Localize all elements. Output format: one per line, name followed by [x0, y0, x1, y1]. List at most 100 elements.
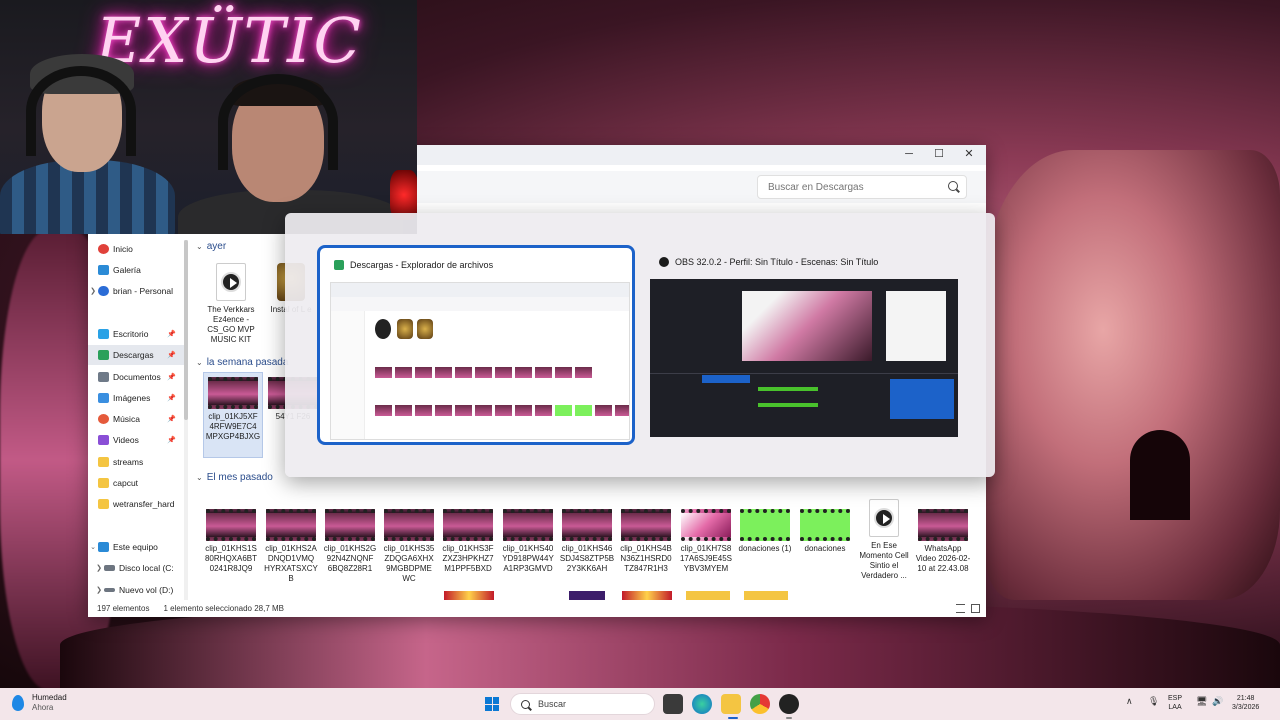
- switcher-card-title: Descargas - Explorador de archivos: [334, 260, 493, 270]
- file-name: clip_01KH7S8 17A6SJ9E45S YBV3MYEM: [679, 544, 733, 573]
- obs-icon[interactable]: [779, 694, 799, 714]
- chevron-down-icon[interactable]: ⌄: [196, 473, 203, 482]
- close-icon[interactable]: ✕: [961, 147, 977, 161]
- nav-label: Documentos: [113, 372, 161, 382]
- file-item[interactable]: clip_01KHS4B N36Z1HSRD0 TZ847R1H3: [617, 505, 675, 574]
- desktop-icon: [98, 329, 109, 339]
- nav-item-este-equipo[interactable]: ⌄ Este equipo: [88, 537, 184, 557]
- headphones-icon: [26, 66, 136, 156]
- video-thumbnail: [800, 509, 850, 541]
- video-thumbnail: [740, 509, 790, 541]
- nav-item-disco-d[interactable]: ❯ Nuevo vol (D:): [88, 580, 184, 600]
- group-header-mes[interactable]: ⌄ El mes pasado: [196, 472, 273, 483]
- chevron-down-icon[interactable]: ⌄: [196, 242, 203, 251]
- music-icon: [98, 414, 109, 424]
- nav-item-escritorio[interactable]: Escritorio 📌: [88, 324, 184, 344]
- keyboard-layout: LAA: [1168, 704, 1182, 711]
- video-thumbnail: [562, 509, 612, 541]
- file-item[interactable]: donaciones (1): [736, 505, 794, 554]
- language-indicator[interactable]: ESP LAA: [1168, 694, 1182, 712]
- nav-scrollbar[interactable]: [184, 240, 188, 600]
- file-item[interactable]: clip_01KHS3F ZXZ3HPKHZ7 M1PPF5BXD: [439, 505, 497, 574]
- maximize-icon[interactable]: ☐: [931, 147, 947, 161]
- obs-preview: [650, 279, 958, 437]
- edge-icon[interactable]: [692, 694, 712, 714]
- microphone-icon[interactable]: 🎙: [1148, 696, 1159, 707]
- group-label: ayer: [206, 241, 227, 252]
- nav-item-capcut[interactable]: capcut: [88, 473, 184, 493]
- file-name: clip_01KJ5XF 4RFW9E7C4 MPXGP4BJXG: [205, 412, 261, 441]
- nav-item-videos[interactable]: Videos 📌: [88, 430, 184, 450]
- nav-item-imagenes[interactable]: Imágenes 📌: [88, 388, 184, 408]
- chevron-down-icon[interactable]: ⌄: [88, 543, 98, 551]
- file-name: clip_01KHS3F ZXZ3HPKHZ7 M1PPF5BXD: [442, 544, 494, 573]
- video-thumbnail: [918, 509, 968, 541]
- volume-icon[interactable]: 🔊: [1212, 696, 1223, 707]
- group-header-semana[interactable]: ⌄ la semana pasada: [196, 357, 288, 368]
- nav-item-musica[interactable]: Música 📌: [88, 409, 184, 429]
- nav-label: Descargas: [113, 350, 154, 360]
- file-name: clip_01KHS4B N36Z1HSRD0 TZ847R1H3: [620, 544, 672, 573]
- chevron-right-icon[interactable]: ❯: [94, 564, 104, 572]
- nav-item-disco-c[interactable]: ❯ Disco local (C:: [88, 558, 184, 578]
- nav-label: wetransfer_hard: [113, 499, 175, 509]
- file-name: The Verkkars Ez4ence - CS_GO MVP MUSIC K…: [207, 305, 255, 344]
- video-thumbnail: [325, 509, 375, 541]
- task-switcher: Descargas - Explorador de archivos OBS 3…: [285, 213, 995, 477]
- file-item[interactable]: WhatsApp Video 2026-02-10 at 22.43.08: [914, 505, 972, 574]
- file-item[interactable]: clip_01KHS35 ZDQGA6XHX 9MGBDPME WC: [380, 505, 438, 584]
- video-thumbnail: [503, 509, 553, 541]
- file-item-selected[interactable]: clip_01KJ5XF 4RFW9E7C4 MPXGP4BJXG: [203, 372, 263, 458]
- file-explorer-icon[interactable]: [721, 694, 741, 714]
- windows-start-icon[interactable]: [485, 697, 499, 711]
- nav-item-documentos[interactable]: Documentos 📌: [88, 367, 184, 387]
- group-header-ayer[interactable]: ⌄ ayer: [196, 241, 226, 252]
- task-view-icon[interactable]: [663, 694, 683, 714]
- details-view-icon[interactable]: [956, 604, 965, 613]
- group-label: El mes pasado: [206, 472, 273, 483]
- file-item[interactable]: clip_01KHS40 YD918PW44Y A1RP3GMVD: [499, 505, 557, 574]
- chrome-icon[interactable]: [750, 694, 770, 714]
- video-thumbnail: [384, 509, 434, 541]
- nav-label: Inicio: [113, 244, 133, 254]
- network-icon[interactable]: 🖥: [1196, 696, 1207, 707]
- file-item[interactable]: clip_01KHS2A DNQD1VMQ HYRXATSXCY B: [262, 505, 320, 584]
- nav-item-galeria[interactable]: Galería: [88, 260, 184, 280]
- minimize-icon[interactable]: ─: [901, 147, 917, 161]
- explorer-titlebar[interactable]: ─ ☐ ✕: [417, 145, 986, 165]
- nav-item-inicio[interactable]: Inicio: [88, 239, 184, 259]
- taskbar-search[interactable]: Buscar: [510, 693, 655, 715]
- nav-label: capcut: [113, 478, 139, 488]
- chevron-right-icon[interactable]: ❯: [88, 287, 98, 295]
- search-icon[interactable]: [948, 181, 958, 191]
- nav-item-wetransfer[interactable]: wetransfer_hard: [88, 494, 184, 514]
- file-name: donaciones: [804, 544, 846, 553]
- taskbar-search-placeholder: Buscar: [538, 699, 567, 709]
- file-item[interactable]: The Verkkars Ez4ence - CS_GO MVP MUSIC K…: [202, 259, 260, 345]
- pictures-icon: [98, 393, 109, 403]
- nav-label: Disco local (C:: [119, 563, 174, 573]
- tiles-view-icon[interactable]: [971, 604, 980, 613]
- file-item[interactable]: clip_01KHS2G 92N4ZNQNF 6BQ8Z28R1: [321, 505, 379, 574]
- download-icon: [98, 350, 109, 360]
- nav-item-descargas[interactable]: Descargas 📌: [88, 345, 184, 365]
- chevron-right-icon[interactable]: ❯: [94, 586, 104, 594]
- file-item[interactable]: clip_01KHS46 SDJ4S8ZTP5B 2Y3KK6AH: [558, 505, 616, 574]
- file-item[interactable]: En Ese Momento Cell Sintio el Verdadero …: [855, 495, 913, 581]
- item-count: 197 elementos: [97, 604, 150, 613]
- file-item[interactable]: clip_01KHS1S 80RHQXA6BT 0241R8JQ9: [202, 505, 260, 574]
- chevron-down-icon[interactable]: ⌄: [196, 358, 203, 367]
- search-input[interactable]: [758, 176, 938, 198]
- search-box[interactable]: [757, 175, 967, 199]
- file-item[interactable]: clip_01KH7S8 17A6SJ9E45S YBV3MYEM: [677, 505, 735, 574]
- clock[interactable]: 21:48 3/3/2026: [1232, 694, 1259, 712]
- chevron-up-icon[interactable]: ∧: [1126, 696, 1133, 707]
- weather-widget[interactable]: Humedad Ahora: [12, 693, 67, 713]
- nav-item-streams[interactable]: streams: [88, 452, 184, 472]
- nav-item-onedrive[interactable]: ❯ brian - Personal: [88, 281, 184, 301]
- pin-icon: 📌: [167, 352, 176, 359]
- switcher-card-explorer[interactable]: Descargas - Explorador de archivos: [317, 245, 635, 445]
- file-name: clip_01KHS35 ZDQGA6XHX 9MGBDPME WC: [383, 544, 435, 583]
- switcher-card-obs[interactable]: OBS 32.0.2 - Perfil: Sin Título - Escena…: [645, 245, 963, 445]
- file-item[interactable]: donaciones: [796, 505, 854, 554]
